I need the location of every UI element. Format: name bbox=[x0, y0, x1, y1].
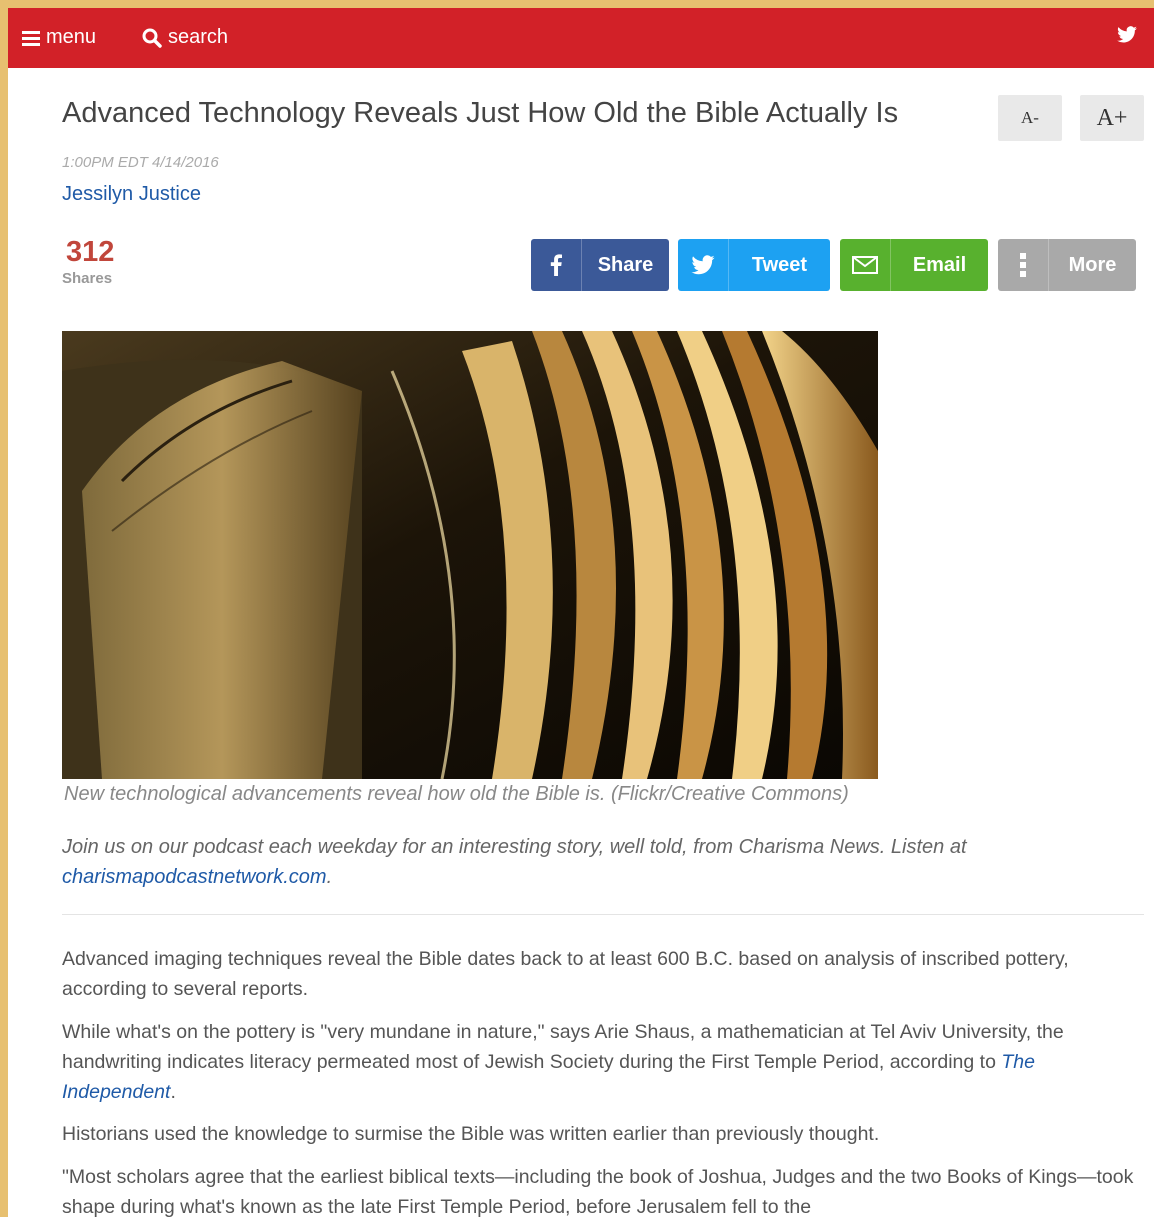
decrease-font-button[interactable]: A- bbox=[998, 95, 1062, 141]
image-caption: New technological advancements reveal ho… bbox=[64, 783, 849, 805]
search-icon bbox=[142, 28, 162, 48]
email-share-button[interactable]: Email bbox=[840, 239, 988, 291]
paragraph-4: "Most scholars agree that the earliest b… bbox=[62, 1166, 1134, 1217]
paragraph-3: Historians used the knowledge to surmise… bbox=[62, 1123, 880, 1145]
menu-label: menu bbox=[46, 26, 97, 48]
share-count: 312 bbox=[66, 236, 115, 268]
podcast-text: Join us on our podcast each weekday for … bbox=[62, 836, 967, 858]
article-hero-image bbox=[62, 331, 878, 779]
tweet-label: Tweet bbox=[751, 253, 808, 276]
increase-font-button[interactable]: A+ bbox=[1080, 95, 1144, 141]
more-icon bbox=[998, 239, 1049, 291]
facebook-share-label: Share bbox=[597, 253, 654, 276]
more-share-button[interactable]: More bbox=[998, 239, 1136, 291]
top-navigation-bar: menu search bbox=[8, 8, 1154, 68]
share-count-label: Shares bbox=[62, 270, 113, 287]
podcast-link[interactable]: charismapodcastnetwork.com bbox=[62, 866, 327, 888]
envelope-icon bbox=[840, 239, 891, 291]
email-share-label: Email bbox=[912, 253, 967, 276]
paragraph-2-end: . bbox=[170, 1081, 176, 1103]
search-label: search bbox=[168, 26, 229, 48]
paragraph-1: Advanced imaging techniques reveal the B… bbox=[62, 948, 1069, 1000]
tweet-button[interactable]: Tweet bbox=[678, 239, 830, 291]
facebook-share-button[interactable]: Share bbox=[531, 239, 669, 291]
facebook-icon bbox=[531, 239, 582, 291]
paragraph-2-text: While what's on the pottery is "very mun… bbox=[62, 1021, 1064, 1073]
divider bbox=[62, 914, 1144, 915]
twitter-icon bbox=[1117, 26, 1137, 43]
article-dateline: 1:00PM EDT 4/14/2016 bbox=[62, 154, 219, 171]
hamburger-icon bbox=[22, 30, 40, 46]
article-page: menu search Advanced Technology Reveals … bbox=[8, 8, 1154, 1217]
more-share-label: More bbox=[1068, 253, 1117, 276]
menu-button[interactable]: menu bbox=[22, 26, 96, 49]
twitter-link[interactable] bbox=[1116, 26, 1138, 49]
podcast-period: . bbox=[326, 866, 333, 888]
article-title: Advanced Technology Reveals Just How Old… bbox=[62, 97, 899, 129]
paragraph-2: While what's on the pottery is "very mun… bbox=[62, 1017, 1150, 1107]
twitter-icon bbox=[678, 239, 729, 291]
search-button[interactable]: search bbox=[142, 26, 228, 49]
author-link[interactable]: Jessilyn Justice bbox=[62, 183, 201, 206]
podcast-promo: Join us on our podcast each weekday for … bbox=[62, 832, 1122, 892]
